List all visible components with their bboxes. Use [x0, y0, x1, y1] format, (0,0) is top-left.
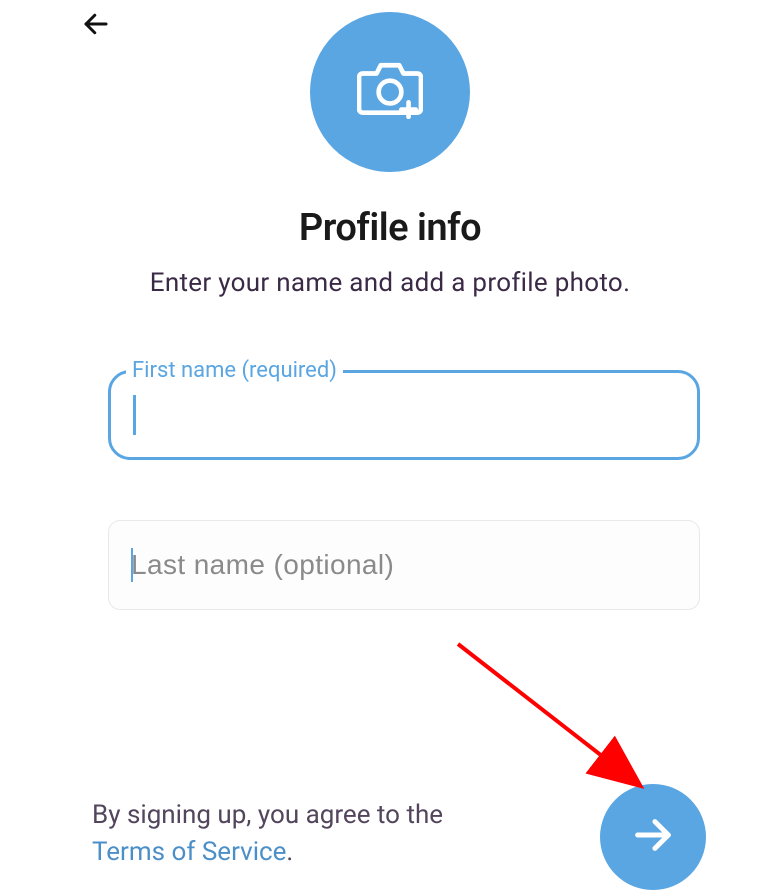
arrow-left-icon	[81, 9, 111, 43]
terms-suffix: .	[286, 837, 293, 867]
first-name-input-box[interactable]	[108, 370, 700, 460]
annotation-arrow-icon	[450, 636, 680, 806]
last-name-input-box[interactable]	[108, 520, 700, 610]
arrow-right-icon	[630, 812, 676, 862]
add-profile-photo-button[interactable]	[310, 12, 470, 172]
terms-notice: By signing up, you agree to the Terms of…	[92, 797, 472, 872]
last-name-input[interactable]	[131, 549, 677, 581]
camera-add-icon	[357, 61, 423, 123]
back-button[interactable]	[78, 8, 114, 44]
page-title: Profile info	[0, 206, 780, 250]
first-name-input[interactable]	[136, 399, 675, 431]
terms-of-service-link[interactable]: Terms of Service	[92, 837, 286, 867]
terms-prefix: By signing up, you agree to the	[92, 800, 443, 830]
page-subtitle: Enter your name and add a profile photo.	[0, 268, 780, 298]
last-name-field-wrapper	[108, 520, 700, 610]
next-button[interactable]	[600, 784, 706, 890]
first-name-field-wrapper: First name (required)	[108, 370, 700, 460]
first-name-label: First name (required)	[126, 358, 343, 383]
